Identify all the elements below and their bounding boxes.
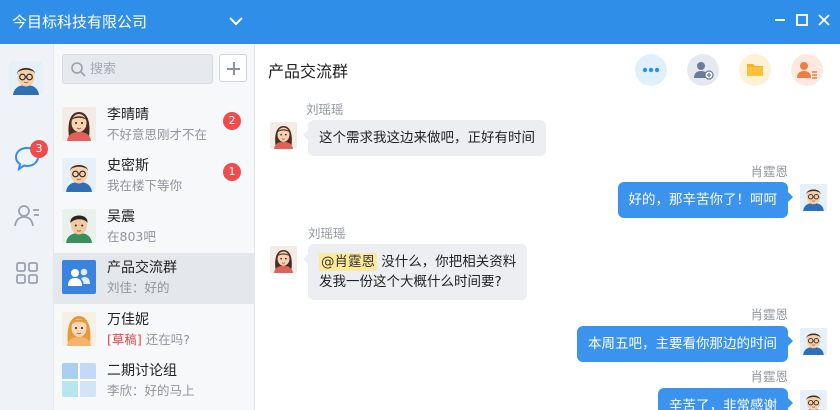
avatar[interactable]: [270, 246, 297, 273]
message-bubble[interactable]: 好的，那辛苦你了！呵呵: [617, 182, 793, 218]
apps-grid-icon[interactable]: [13, 259, 41, 287]
add-button[interactable]: [219, 54, 247, 82]
preview-text: 还在吗?: [145, 332, 190, 347]
member-list-icon[interactable]: [791, 54, 823, 86]
sender-name: 肖霆恩: [750, 164, 788, 179]
conversation-preview: 李欣：好的马上: [107, 383, 195, 398]
my-avatar[interactable]: [9, 61, 43, 95]
conversation-preview: [草稿] 还在吗?: [107, 332, 190, 348]
chat-panel: 产品交流群 刘瑶瑶 这个需求我这边来做吧，正好有时间 肖霆恩 好的，那辛苦你了！…: [256, 44, 840, 410]
avatar[interactable]: [800, 184, 827, 211]
conversation-preview: 我在楼下等你: [107, 178, 183, 193]
avatar: [62, 158, 96, 192]
group-tiles-icon: [62, 363, 96, 397]
conversation-item[interactable]: 万佳妮 [草稿] 还在吗?: [54, 305, 254, 356]
message-bubble[interactable]: 这个需求我这边来做吧，正好有时间: [303, 120, 546, 156]
draft-tag: [草稿]: [107, 332, 142, 347]
search-icon: [71, 62, 86, 77]
unread-badge: 1: [223, 163, 241, 181]
search-input[interactable]: 搜索: [62, 54, 213, 84]
avatar: [62, 312, 96, 346]
message-bubble[interactable]: 辛苦了，非常感谢: [658, 388, 793, 410]
title-bar: 今目标科技有限公司: [0, 0, 840, 44]
conversation-name: 吴震: [107, 209, 135, 225]
add-member-icon[interactable]: [687, 54, 719, 86]
conversation-list: 搜索 李晴晴 不好意思刚才不在 2 史密斯 我在楼下等你 1 吴震 在803吧 …: [54, 44, 255, 410]
avatar: [62, 107, 96, 141]
sender-name: 肖霆恩: [750, 369, 788, 384]
conversation-item[interactable]: 史密斯 我在楼下等你 1: [54, 151, 254, 202]
avatar[interactable]: [800, 390, 827, 410]
chat-title: 产品交流群: [268, 62, 349, 81]
more-icon[interactable]: [635, 54, 667, 86]
company-name[interactable]: 今目标科技有限公司: [12, 11, 147, 33]
contacts-icon[interactable]: [13, 202, 41, 230]
group-icon: [62, 260, 96, 294]
message-bubble[interactable]: @肖霆恩 没什么，你把相关资料 发我一份这个大概什么时间要?: [302, 244, 528, 300]
message-text: 发我一份这个大概什么时间要?: [319, 274, 502, 290]
conversation-preview: 刘佳：好的: [107, 280, 170, 295]
folder-icon[interactable]: [739, 54, 771, 86]
message-bubble[interactable]: 本周五吧，主要看你那边的时间: [577, 326, 793, 362]
unread-badge: 2: [223, 112, 241, 130]
conversation-item[interactable]: 吴震 在803吧: [54, 202, 254, 253]
conversation-preview: 在803吧: [107, 229, 156, 244]
minimize-icon[interactable]: [773, 13, 787, 27]
maximize-icon[interactable]: [795, 13, 809, 27]
conversation-name: 产品交流群: [107, 260, 177, 276]
conversation-name: 李晴晴: [107, 107, 149, 123]
sender-name: 刘瑶瑶: [306, 102, 344, 117]
avatar[interactable]: [800, 328, 827, 355]
chevron-down-icon[interactable]: [228, 13, 244, 29]
sender-name: 刘瑶瑶: [308, 226, 346, 241]
mention-tag[interactable]: @肖霆恩: [319, 253, 377, 271]
messages-badge: 3: [30, 140, 48, 158]
conversation-name: 史密斯: [107, 158, 149, 174]
sender-name: 肖霆恩: [750, 307, 788, 322]
message-text: 没什么，你把相关资料: [377, 254, 517, 270]
conversation-item[interactable]: 李晴晴 不好意思刚才不在 2: [54, 100, 254, 151]
avatar[interactable]: [270, 122, 297, 149]
conversation-item-selected[interactable]: 产品交流群 刘佳：好的: [54, 253, 254, 304]
conversation-name: 万佳妮: [107, 312, 149, 328]
conversation-name: 二期讨论组: [107, 363, 177, 379]
conversation-item[interactable]: 二期讨论组 李欣：好的马上: [54, 356, 254, 407]
nav-rail: 3: [0, 44, 54, 410]
search-placeholder: 搜索: [90, 62, 117, 77]
avatar: [62, 209, 96, 243]
conversation-preview: 不好意思刚才不在: [107, 127, 208, 142]
close-icon[interactable]: [817, 13, 831, 27]
